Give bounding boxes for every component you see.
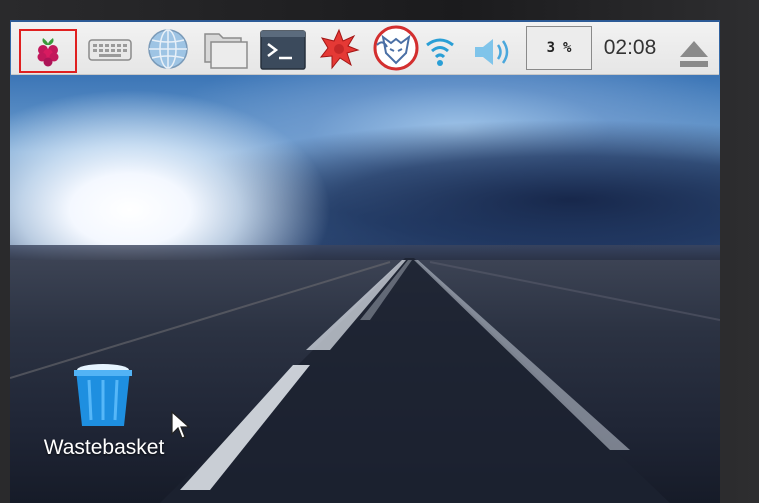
trash-icon [74, 364, 132, 426]
menu-button-highlight [19, 29, 77, 73]
wolfram-launcher[interactable] [372, 25, 420, 71]
file-manager-launcher[interactable] [200, 27, 252, 71]
cpu-usage-value: 3 [546, 40, 555, 56]
terminal-icon [260, 30, 306, 70]
network-status-button[interactable] [422, 30, 458, 74]
folder-icon [204, 33, 248, 69]
mathematica-launcher[interactable] [316, 27, 362, 71]
volume-button[interactable] [470, 30, 516, 74]
desktop-icon-label: Wastebasket [43, 436, 165, 459]
clock[interactable]: 02:08 [598, 34, 662, 62]
eject-icon [680, 41, 708, 67]
mathematica-icon [319, 28, 360, 70]
cpu-usage-unit: % [563, 40, 572, 56]
cpu-usage-monitor[interactable]: 3 % [526, 26, 592, 70]
web-browser-launcher[interactable] [144, 27, 192, 71]
mouse-cursor-icon [171, 410, 190, 439]
keyboard-launcher[interactable] [86, 28, 134, 72]
terminal-launcher[interactable] [258, 28, 308, 72]
globe-icon [148, 29, 188, 69]
speaker-icon [475, 39, 509, 65]
wolf-icon [373, 25, 419, 71]
eject-button[interactable] [674, 32, 714, 76]
keyboard-icon [88, 39, 132, 61]
desktop-icon-wastebasket[interactable]: Wastebasket [34, 360, 174, 470]
wifi-icon [426, 38, 454, 66]
